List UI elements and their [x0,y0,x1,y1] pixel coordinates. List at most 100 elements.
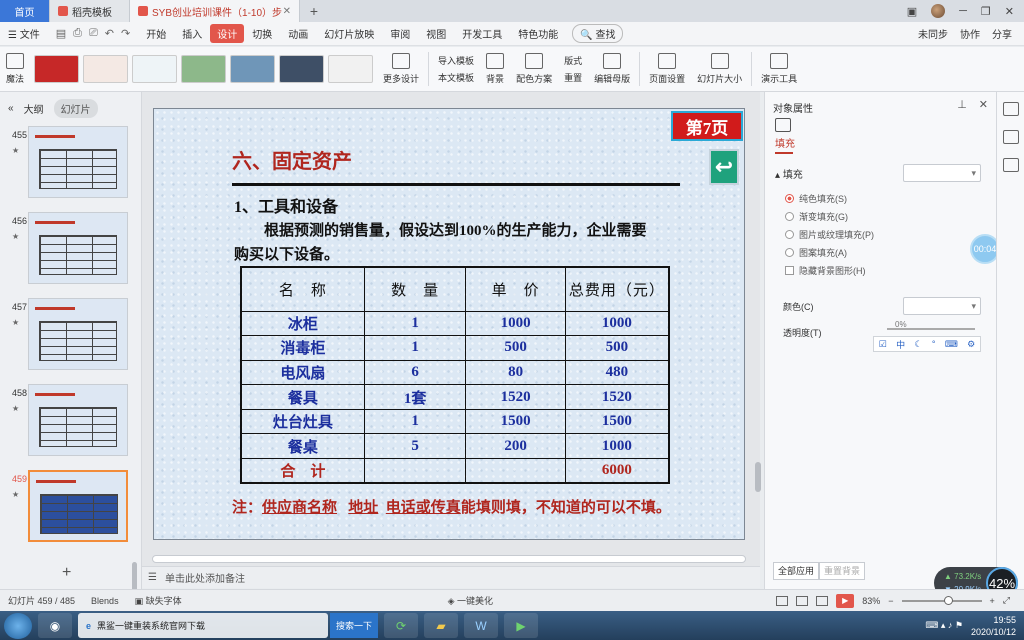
new-tab-button[interactable]: + [300,0,328,22]
app-icon-refresh[interactable]: ⟳ [384,613,419,638]
save-icon[interactable]: ▤ [56,27,66,40]
close-panel-icon[interactable]: ✕ [979,98,988,111]
close-tab-icon[interactable]: ✕ [283,6,291,17]
import-template-button[interactable]: 导入模板 [438,54,474,67]
tab-home[interactable]: 首页 [0,0,50,22]
ime-icon[interactable]: ☾ [914,339,922,350]
reset-background-button[interactable]: 重置背景 [819,562,866,580]
slide-canvas[interactable]: 第7页 ↩ 六、固定资产 1、工具和设备 根据预测的销售量，假设达到100%的生… [153,108,745,540]
template-thumb[interactable] [83,55,129,83]
layout-button[interactable]: 版式 [564,54,582,67]
normal-view-icon[interactable] [776,595,789,606]
hide-background-checkbox[interactable]: 隐藏背景图形(H) [785,264,866,277]
notes-placeholder[interactable]: 单击此处添加备注 [165,570,245,585]
zoom-slider[interactable] [901,595,982,605]
ime-icon[interactable]: ° [932,339,936,349]
restore-icon[interactable]: ❐ [981,5,991,18]
missing-font-button[interactable]: ▣ 缺失字体 [127,594,190,607]
reading-view-icon[interactable] [816,595,829,606]
properties-icon[interactable] [1002,102,1019,116]
menu-item-review[interactable]: 审阅 [382,26,418,41]
zoom-in-icon[interactable]: + [990,596,995,606]
template-thumb[interactable] [132,55,178,83]
menu-item-developer[interactable]: 开发工具 [454,26,510,41]
export-icon[interactable]: ⎙ [73,27,82,40]
slide-size-button[interactable]: 幻灯片大小 [691,53,748,85]
panel-title[interactable]: 对象属性 [773,100,813,115]
slide-thumbnail[interactable] [28,212,128,284]
ime-icon[interactable]: ⚙ [967,339,975,350]
input-method-toolbar[interactable]: ☑ 中 ☾ ° ⌨ ⚙ [873,336,981,352]
menu-item-features[interactable]: 特色功能 [510,26,566,41]
tab-templates[interactable]: 稻壳模板 [50,0,130,22]
menu-item-animation[interactable]: 动画 [280,26,316,41]
slide-thumbnail-row[interactable]: 457 ★ [0,296,142,372]
undo-icon[interactable]: ↶ [105,27,114,40]
close-window-icon[interactable]: ✕ [1005,5,1014,18]
play-slideshow-button[interactable]: ▶ [836,593,855,608]
apply-all-button[interactable]: 全部应用 [773,562,820,580]
slide-thumbnail-row[interactable]: 458 ★ [0,382,142,458]
slide-thumbnail[interactable] [28,126,128,198]
start-button[interactable] [4,612,32,639]
ime-icon[interactable]: 中 [896,338,905,351]
edit-master-button[interactable]: 编辑母版 [588,53,636,85]
print-icon[interactable]: ⎚ [89,27,98,40]
template-thumb[interactable] [230,55,276,83]
add-slide-button[interactable]: + [62,564,71,582]
slide-thumbnail[interactable] [28,384,128,456]
zoom-level[interactable]: 83% [862,596,880,606]
transparency-slider[interactable] [887,328,975,330]
menu-item-transition[interactable]: 切换 [244,26,280,41]
slide-thumbnail-row-selected[interactable]: 459 ★ [0,468,142,544]
zoom-thumb[interactable] [943,595,953,605]
taskbar-browser-task[interactable]: e 黑鲨一键重装系统官网下载 [78,613,328,638]
color-scheme-button[interactable]: 配色方案 [510,53,558,85]
pin-tool-icon[interactable] [1002,130,1019,144]
fill-type-dropdown[interactable]: ▾ [903,164,981,182]
pin-icon[interactable]: ⊥ [957,98,967,111]
present-tools-button[interactable]: 演示工具 [755,53,803,85]
fit-window-icon[interactable]: ⤢ [1003,595,1010,606]
zoom-out-icon[interactable]: − [888,596,893,606]
share-button[interactable]: 分享 [992,26,1012,41]
reset-button[interactable]: 重置 [564,71,582,84]
tab-fill[interactable]: 填充 [775,118,795,154]
slide-thumbnail[interactable] [28,298,128,370]
ime-icon[interactable]: ⌨ [945,339,958,350]
menu-item-home[interactable]: 开始 [138,26,174,41]
slide-thumbnail-row[interactable]: 455 ★ [0,124,142,200]
theme-name[interactable]: Blends [83,596,127,606]
taskbar-search[interactable]: 搜索一下 [330,613,379,638]
sync-status[interactable]: 未同步 [918,26,948,41]
menu-file[interactable]: ☰ 文件 [0,26,48,41]
slides-tab[interactable]: 幻灯片 [53,98,98,118]
text-template-button[interactable]: 本文模板 [438,71,474,84]
notes-bar[interactable]: ☰ 单击此处添加备注 [142,566,760,588]
collaborate-button[interactable]: 协作 [960,26,980,41]
template-thumb[interactable] [328,55,374,83]
slide-thumbnail-row[interactable]: 456 ★ [0,210,142,286]
fill-section-header[interactable]: ▴ 填充 [775,166,803,181]
menu-item-insert[interactable]: 插入 [174,26,210,41]
more-design-button[interactable]: 更多设计 [377,53,425,85]
tray-icons[interactable]: ⌨ ▴ ♪ ⚑ [925,620,963,631]
collapse-panel-icon[interactable]: « [8,103,14,114]
option-picture-fill[interactable]: 图片或纹理填充(P) [785,228,874,241]
sorter-view-icon[interactable] [796,595,809,606]
app-icon-ppt[interactable]: ◉ [38,613,72,638]
clock[interactable]: 19:55 2020/10/12 [971,614,1016,638]
color-dropdown[interactable]: ▾ [903,297,981,315]
option-pattern-fill[interactable]: 图案填充(A) [785,246,847,259]
tab-active-document[interactable]: SYB创业培训课件（1-10）步 ✕ [130,0,300,22]
redo-icon[interactable]: ↷ [121,27,130,40]
option-gradient-fill[interactable]: 渐变填充(G) [785,210,848,223]
beautify-button[interactable]: ◈ 一键美化 [440,594,501,607]
canvas-horizontal-scrollbar[interactable] [152,555,746,563]
return-arrow-icon[interactable]: ↩ [709,149,739,185]
app-icon-folder[interactable]: ▰ [424,613,459,638]
outline-tab[interactable]: 大纲 [24,101,44,116]
search-button[interactable]: 🔍 查找 [572,24,624,43]
background-button[interactable]: 背景 [480,53,510,85]
avatar[interactable] [931,4,946,18]
